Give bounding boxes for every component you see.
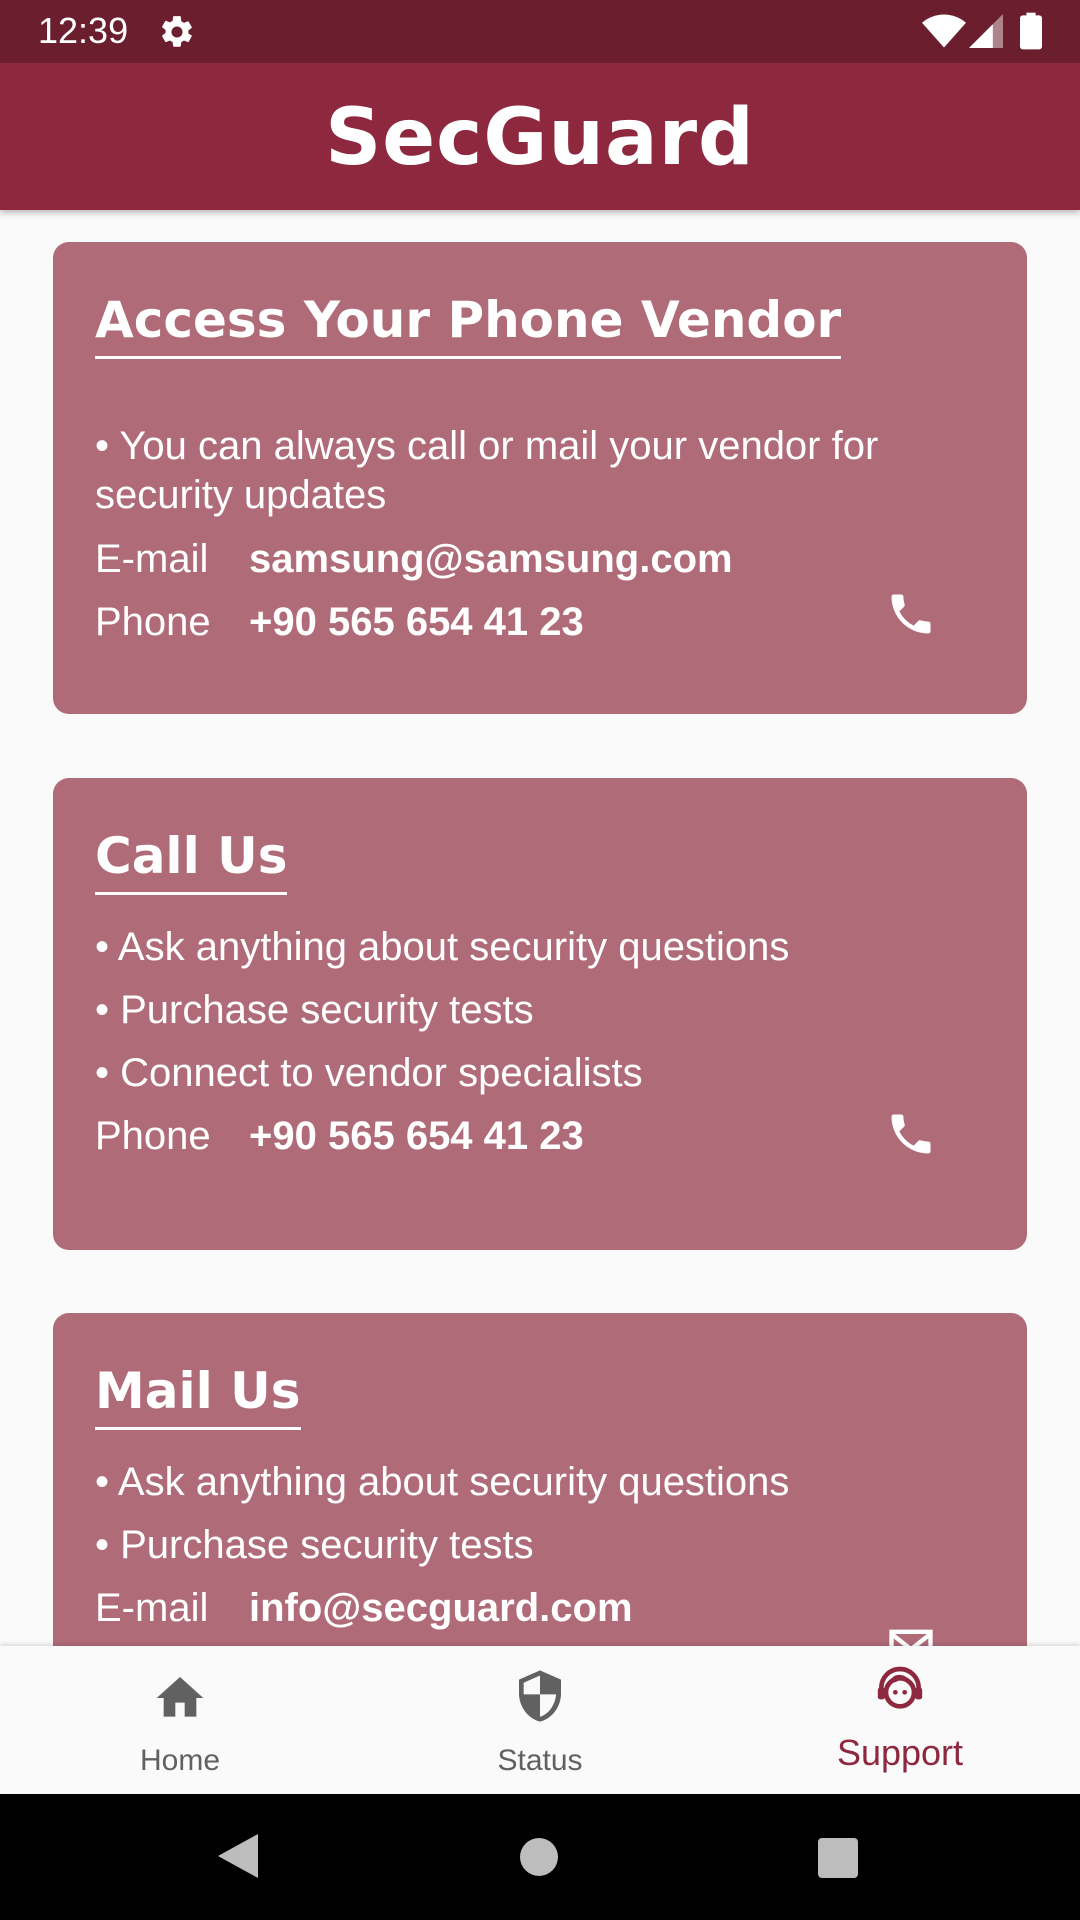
email-value[interactable]: samsung@samsung.com — [249, 537, 733, 581]
recents-icon[interactable] — [818, 1838, 858, 1878]
email-value[interactable]: info@secguard.com — [249, 1586, 633, 1630]
battery-icon — [1020, 12, 1042, 50]
home-button-icon[interactable] — [520, 1838, 558, 1876]
card-bullet: Purchase security tests — [95, 986, 975, 1035]
nav-label: Home — [139, 1744, 221, 1777]
email-label: E-mail — [95, 537, 209, 581]
nav-label: Status — [497, 1744, 583, 1777]
card-bullet: Ask anything about security questions — [95, 1458, 975, 1507]
email-row: E-mail samsung@samsung.com — [95, 534, 733, 584]
system-navigation-bar — [0, 1794, 1080, 1920]
vendor-card: Access Your Phone Vendor You can always … — [53, 242, 1027, 714]
card-title: Call Us — [95, 826, 288, 895]
card-title: Mail Us — [95, 1361, 301, 1430]
support-agent-icon — [877, 1666, 923, 1709]
phone-label: Phone — [95, 600, 211, 644]
phone-icon[interactable] — [885, 1108, 937, 1160]
email-label: E-mail — [95, 1586, 209, 1630]
app-bar: SecGuard — [0, 63, 1080, 210]
app-title: SecGuard — [325, 93, 755, 183]
phone-label: Phone — [95, 1114, 211, 1158]
nav-label: Support — [836, 1732, 964, 1773]
signal-icon — [969, 14, 1003, 48]
status-bar: 12:39 — [0, 0, 1080, 63]
mail-us-card: Mail Us Ask anything about security ques… — [53, 1313, 1027, 1646]
phone-row: Phone +90 565 654 41 23 — [95, 597, 584, 647]
card-bullet: Ask anything about security questions — [95, 923, 975, 972]
phone-icon[interactable] — [885, 588, 937, 640]
nav-item-support[interactable]: Support — [720, 1646, 1080, 1794]
wifi-icon — [922, 14, 966, 48]
back-icon[interactable] — [218, 1834, 258, 1878]
call-us-card: Call Us Ask anything about security ques… — [53, 778, 1027, 1250]
support-content[interactable]: Access Your Phone Vendor You can always … — [0, 210, 1080, 1646]
gear-icon — [162, 16, 192, 47]
card-bullet: Connect to vendor specialists — [95, 1049, 975, 1098]
bottom-navigation: Home Status Support — [0, 1646, 1080, 1794]
phone-value[interactable]: +90 565 654 41 23 — [249, 600, 584, 644]
shield-icon — [519, 1670, 561, 1722]
card-bullet: You can always call or mail your vendor … — [95, 422, 975, 520]
home-icon — [156, 1677, 204, 1717]
mail-icon[interactable] — [885, 1621, 937, 1646]
card-title: Access Your Phone Vendor — [95, 290, 842, 359]
nav-item-home[interactable]: Home — [0, 1646, 360, 1794]
email-row: E-mail info@secguard.com — [95, 1583, 633, 1633]
card-bullet: Purchase security tests — [95, 1521, 975, 1570]
nav-item-status[interactable]: Status — [360, 1646, 720, 1794]
phone-value[interactable]: +90 565 654 41 23 — [249, 1114, 584, 1158]
status-time: 12:39 — [38, 10, 129, 51]
phone-row: Phone +90 565 654 41 23 — [95, 1111, 584, 1161]
